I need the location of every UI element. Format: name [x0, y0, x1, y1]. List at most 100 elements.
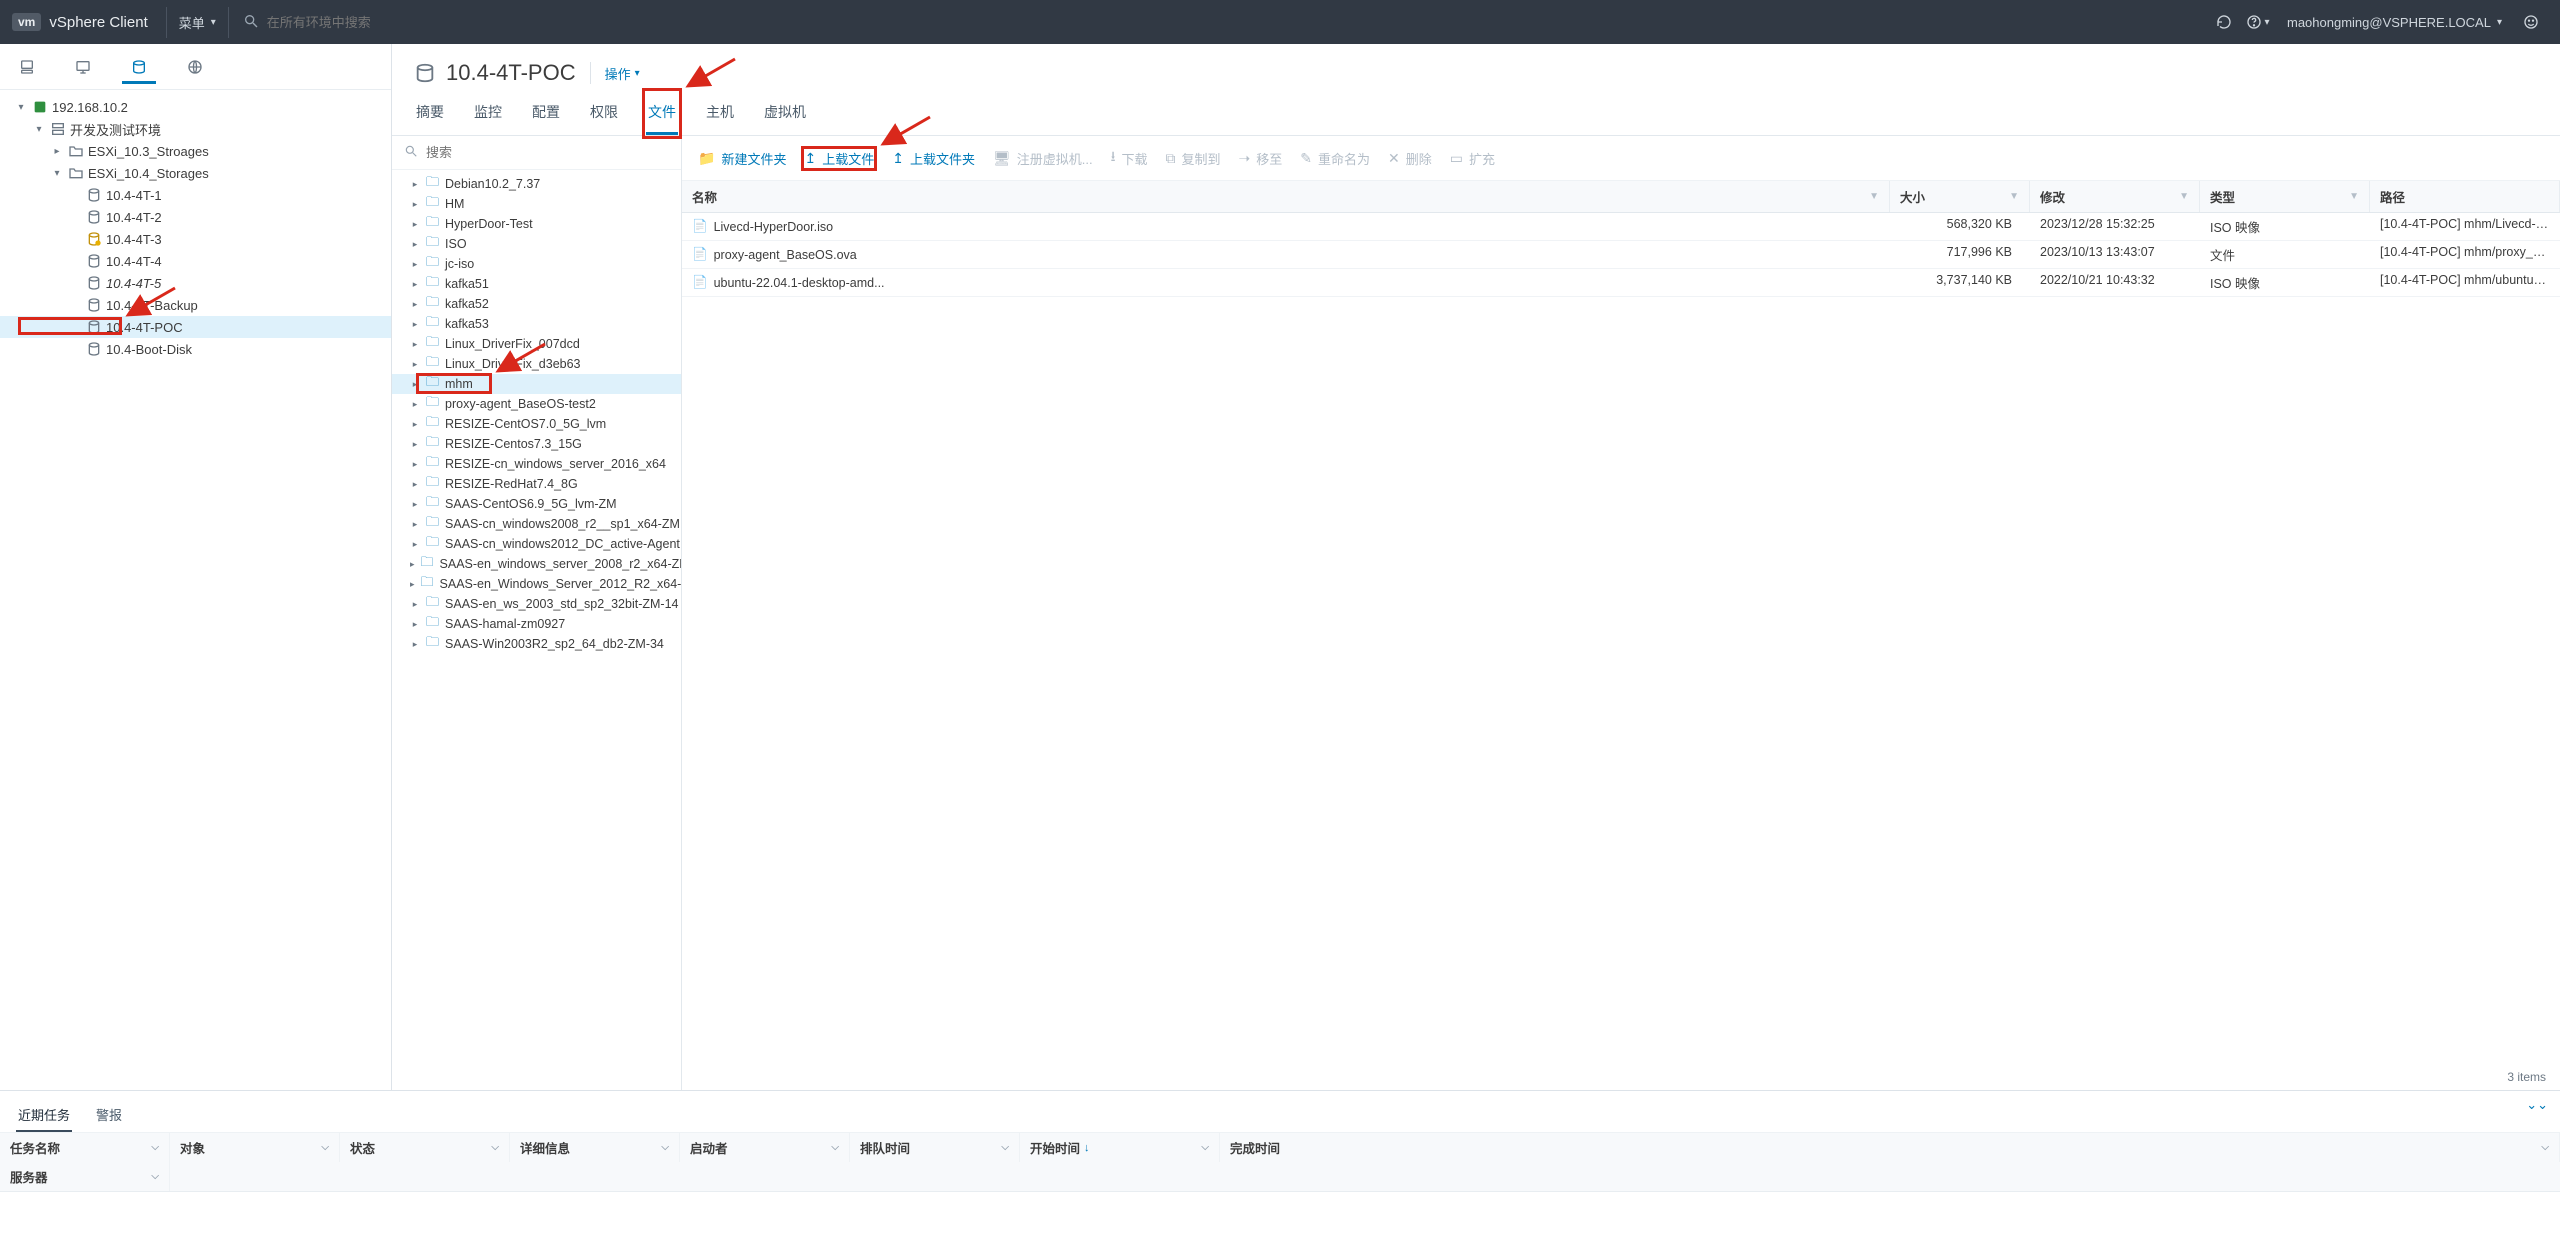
tab-recent-tasks[interactable]: 近期任务 — [16, 1099, 72, 1132]
download-button[interactable]: ⭳下载 — [1111, 146, 1148, 170]
new-folder-button[interactable]: 📁新建文件夹 — [698, 149, 786, 168]
expand-icon[interactable]: ▸ — [410, 179, 420, 190]
chevron-down-icon[interactable]: ⌵ — [321, 1142, 329, 1153]
folder-item[interactable]: ▸🗀ISO — [392, 234, 681, 254]
chevron-down-icon[interactable]: ⌵ — [151, 1142, 159, 1153]
register-vm-button[interactable]: 🖥注册虚拟机... — [993, 149, 1093, 168]
tab-摘要[interactable]: 摘要 — [414, 92, 446, 135]
inventory-node[interactable]: 10.4-4T-3 — [0, 228, 391, 250]
expand-icon[interactable]: ▸ — [410, 519, 420, 530]
folder-item[interactable]: ▸🗀HM — [392, 194, 681, 214]
expand-icon[interactable]: ▸ — [50, 146, 64, 157]
folder-item[interactable]: ▸🗀SAAS-cn_windows2008_r2__sp1_x64-ZM — [392, 514, 681, 534]
col-type[interactable]: 类型▼ — [2200, 181, 2370, 212]
chevron-down-icon[interactable]: ⌵ — [151, 1171, 159, 1182]
folder-item[interactable]: ▸🗀Linux_DriverFix_d3eb63 — [392, 354, 681, 374]
help-button[interactable]: ▾ — [2241, 5, 2275, 39]
col-path[interactable]: 路径 — [2370, 181, 2560, 212]
copy-to-button[interactable]: ⧉复制到 — [1166, 149, 1221, 168]
expand-icon[interactable]: ▾ — [32, 124, 46, 135]
folder-item[interactable]: ▸🗀kafka52 — [392, 294, 681, 314]
collapse-icon[interactable]: ⌄⌄ — [2526, 1097, 2548, 1113]
expand-icon[interactable]: ▸ — [410, 579, 415, 590]
tasks-col[interactable]: 排队时间⌵ — [850, 1133, 1020, 1162]
expand-icon[interactable]: ▸ — [410, 399, 420, 410]
expand-icon[interactable]: ▾ — [50, 168, 64, 179]
col-size[interactable]: 大小▼ — [1890, 181, 2030, 212]
file-row[interactable]: 📄Livecd-HyperDoor.iso568,320 KB2023/12/2… — [682, 213, 2560, 241]
tab-虚拟机[interactable]: 虚拟机 — [762, 92, 808, 135]
expand-icon[interactable]: ▸ — [410, 319, 420, 330]
expand-icon[interactable]: ▸ — [410, 299, 420, 310]
folder-item[interactable]: ▸🗀RESIZE-cn_windows_server_2016_x64 — [392, 454, 681, 474]
expand-icon[interactable]: ▸ — [410, 219, 420, 230]
move-to-button[interactable]: ➝移至 — [1239, 149, 1283, 168]
inventory-node[interactable]: 10.4-4T-Backup — [0, 294, 391, 316]
tasks-col[interactable]: 服务器⌵ — [0, 1162, 170, 1191]
folder-item[interactable]: ▸🗀SAAS-en_windows_server_2008_r2_x64-ZM — [392, 554, 681, 574]
smiley-feedback-button[interactable] — [2514, 5, 2548, 39]
folder-search-input[interactable] — [426, 145, 669, 160]
tasks-col[interactable]: 对象⌵ — [170, 1133, 340, 1162]
expand-icon[interactable]: ▸ — [410, 639, 420, 650]
inventory-node[interactable]: ▾ESXi_10.4_Storages — [0, 162, 391, 184]
expand-icon[interactable]: ▸ — [410, 419, 420, 430]
inventory-node[interactable]: ▾开发及测试环境 — [0, 118, 391, 140]
expand-button[interactable]: ▭扩充 — [1450, 149, 1495, 168]
folder-item[interactable]: ▸🗀SAAS-Win2003R2_sp2_64_db2-ZM-34 — [392, 634, 681, 654]
expand-icon[interactable]: ▸ — [410, 339, 420, 350]
expand-icon[interactable]: ▸ — [410, 599, 420, 610]
tab-权限[interactable]: 权限 — [588, 92, 620, 135]
chevron-down-icon[interactable]: ⌵ — [491, 1142, 499, 1153]
expand-icon[interactable]: ▸ — [410, 619, 420, 630]
user-menu[interactable]: maohongming@VSPHERE.LOCAL▾ — [2275, 15, 2514, 30]
folder-item[interactable]: ▸🗀mhm — [392, 374, 681, 394]
tab-文件[interactable]: 文件 — [646, 92, 678, 135]
folder-item[interactable]: ▸🗀HyperDoor-Test — [392, 214, 681, 234]
folder-item[interactable]: ▸🗀proxy-agent_BaseOS-test2 — [392, 394, 681, 414]
expand-icon[interactable]: ▸ — [410, 239, 420, 250]
inventory-tab-storage[interactable] — [122, 50, 156, 84]
expand-icon[interactable]: ▸ — [410, 499, 420, 510]
inventory-node[interactable]: ▸ESXi_10.3_Stroages — [0, 140, 391, 162]
upload-folder-button[interactable]: ↥上载文件夹 — [892, 149, 975, 168]
expand-icon[interactable]: ▸ — [410, 559, 415, 570]
folder-item[interactable]: ▸🗀RESIZE-Centos7.3_15G — [392, 434, 681, 454]
filter-icon[interactable]: ▼ — [1869, 191, 1879, 202]
inventory-node[interactable]: ▾192.168.10.2 — [0, 96, 391, 118]
expand-icon[interactable]: ▾ — [14, 102, 28, 113]
folder-item[interactable]: ▸🗀SAAS-cn_windows2012_DC_active-Agent — [392, 534, 681, 554]
folder-item[interactable]: ▸🗀Debian10.2_7.37 — [392, 174, 681, 194]
folder-item[interactable]: ▸🗀SAAS-en_ws_2003_std_sp2_32bit-ZM-14 — [392, 594, 681, 614]
global-search[interactable] — [229, 13, 501, 32]
folder-item[interactable]: ▸🗀SAAS-en_Windows_Server_2012_R2_x64-ZM.… — [392, 574, 681, 594]
expand-icon[interactable]: ▸ — [410, 379, 420, 390]
menu-dropdown[interactable]: 菜单▾ — [166, 7, 229, 38]
expand-icon[interactable]: ▸ — [410, 439, 420, 450]
expand-icon[interactable]: ▸ — [410, 479, 420, 490]
filter-icon[interactable]: ▼ — [2179, 191, 2189, 202]
inventory-tab-network[interactable] — [178, 50, 212, 84]
folder-item[interactable]: ▸🗀RESIZE-CentOS7.0_5G_lvm — [392, 414, 681, 434]
refresh-button[interactable] — [2207, 5, 2241, 39]
inventory-node[interactable]: 10.4-4T-2 — [0, 206, 391, 228]
tasks-col[interactable]: 详细信息⌵ — [510, 1133, 680, 1162]
folder-item[interactable]: ▸🗀Linux_DriverFix_007dcd — [392, 334, 681, 354]
chevron-down-icon[interactable]: ⌵ — [1001, 1142, 1009, 1153]
col-name[interactable]: 名称▼ — [682, 181, 1890, 212]
expand-icon[interactable]: ▸ — [410, 459, 420, 470]
inventory-node[interactable]: 10.4-4T-1 — [0, 184, 391, 206]
inventory-node[interactable]: 10.4-4T-5 — [0, 272, 391, 294]
chevron-down-icon[interactable]: ⌵ — [2541, 1142, 2549, 1153]
file-row[interactable]: 📄ubuntu-22.04.1-desktop-amd...3,737,140 … — [682, 269, 2560, 297]
tasks-col[interactable]: 启动者⌵ — [680, 1133, 850, 1162]
expand-icon[interactable]: ▸ — [410, 199, 420, 210]
tab-配置[interactable]: 配置 — [530, 92, 562, 135]
expand-icon[interactable]: ▸ — [410, 259, 420, 270]
folder-item[interactable]: ▸🗀SAAS-hamal-zm0927 — [392, 614, 681, 634]
folder-item[interactable]: ▸🗀RESIZE-RedHat7.4_8G — [392, 474, 681, 494]
inventory-node[interactable]: 10.4-4T-POC — [0, 316, 391, 338]
chevron-down-icon[interactable]: ⌵ — [661, 1142, 669, 1153]
inventory-tab-vms[interactable] — [66, 50, 100, 84]
chevron-down-icon[interactable]: ⌵ — [1201, 1142, 1209, 1153]
